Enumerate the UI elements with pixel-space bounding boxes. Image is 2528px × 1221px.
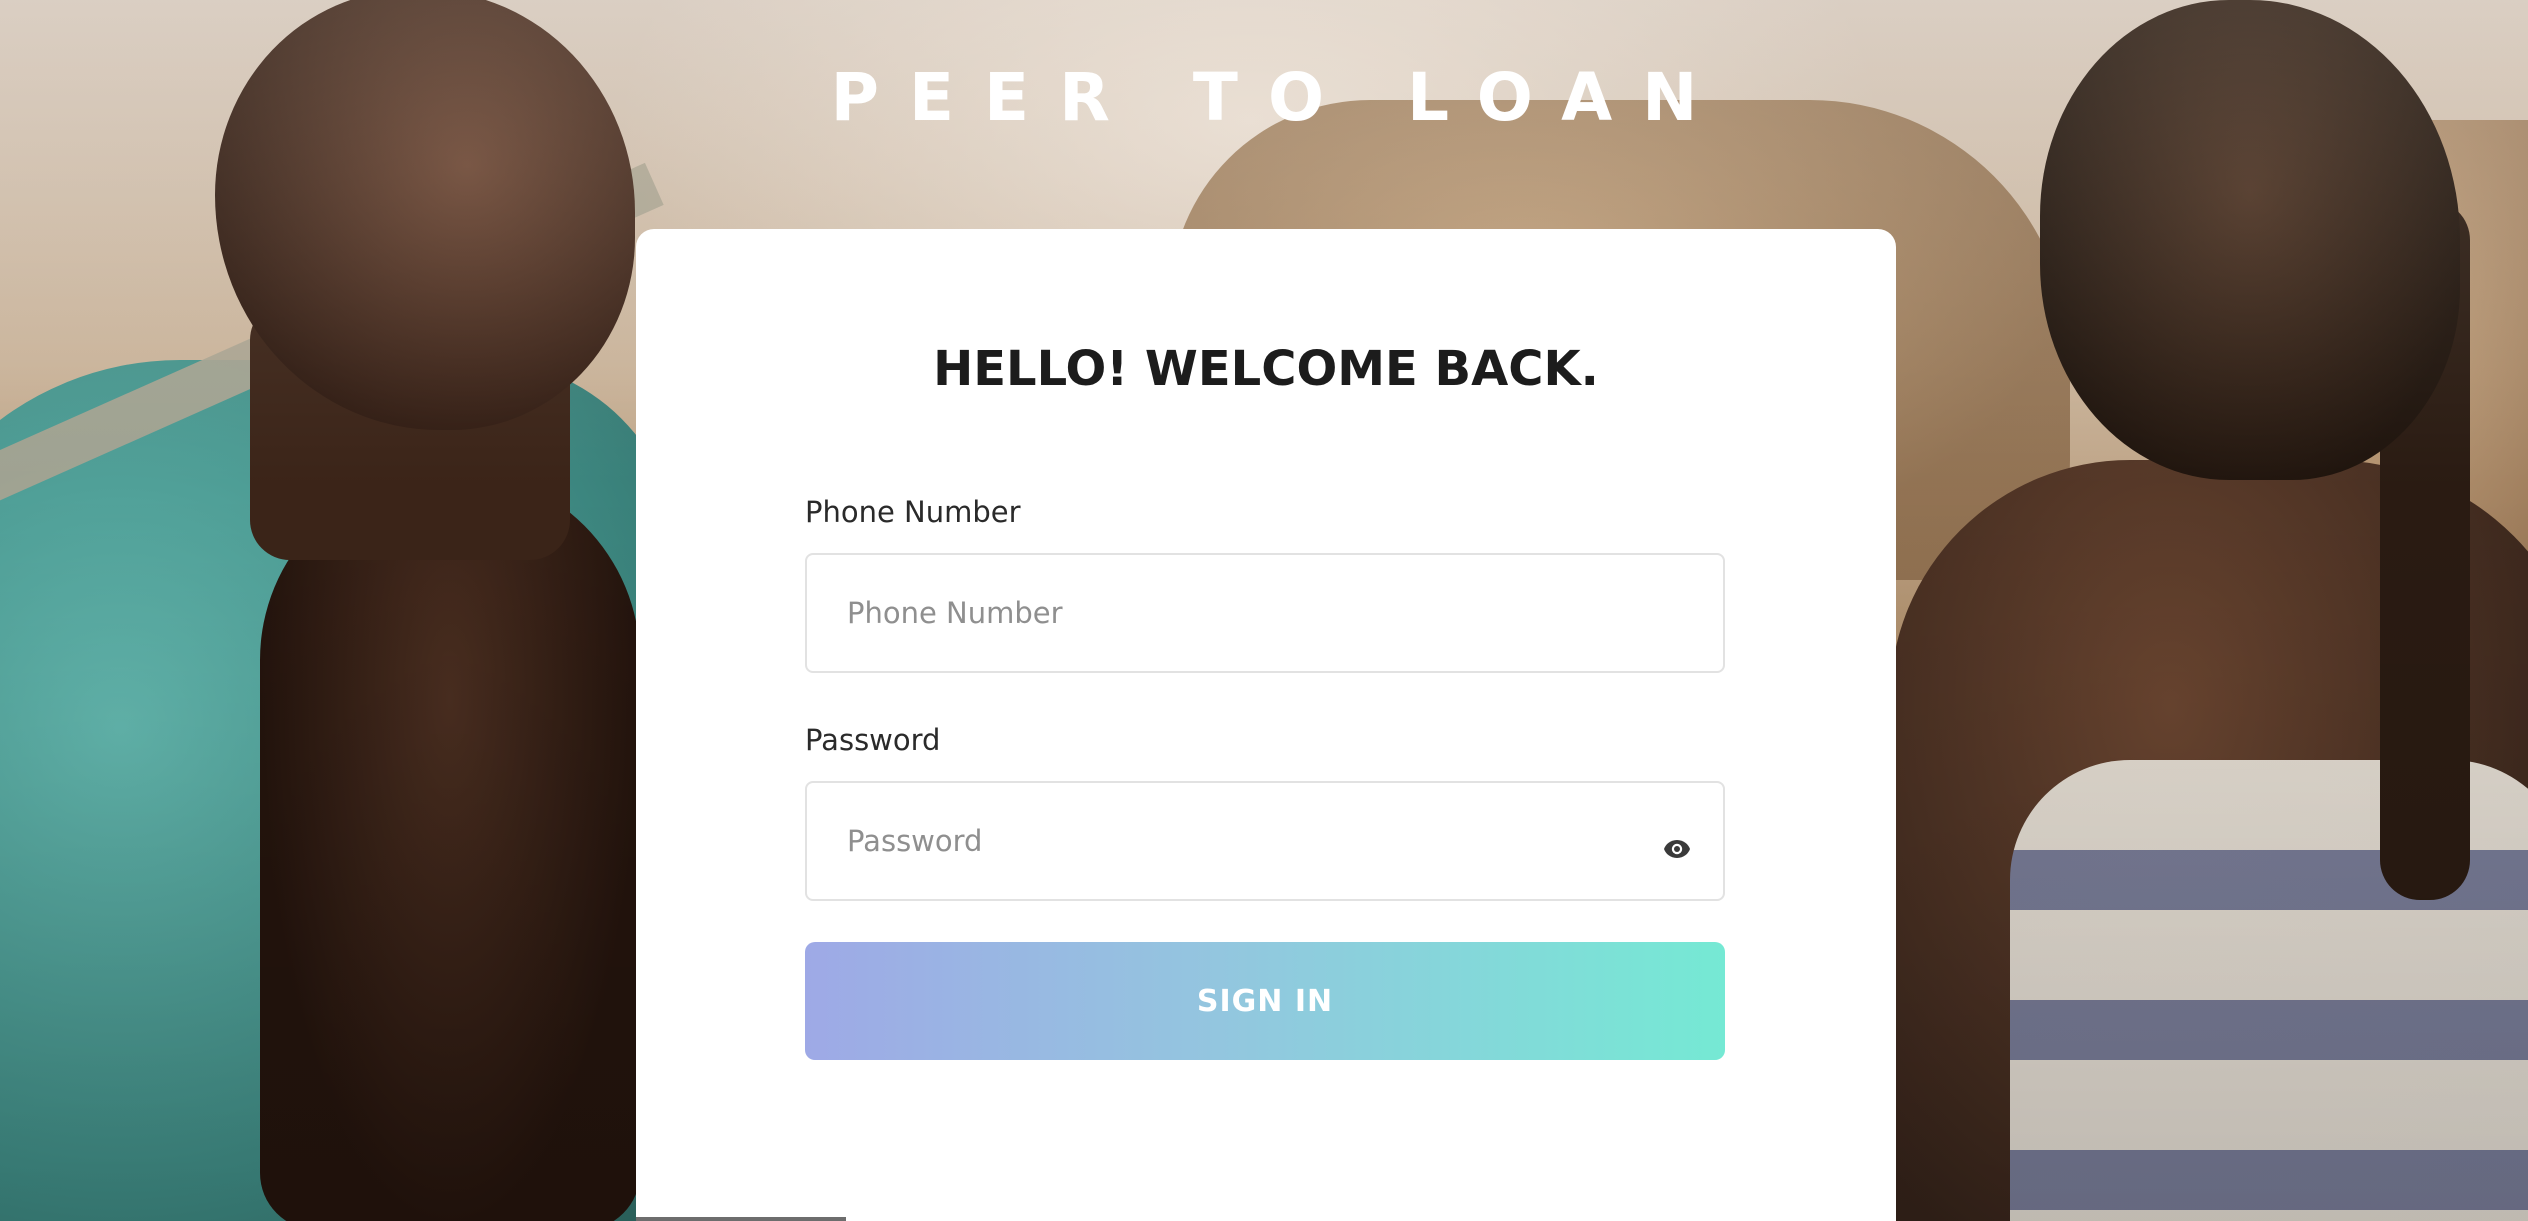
phone-number-field-wrapper [805,553,1725,673]
phone-number-label: Phone Number [805,495,1021,529]
phone-number-input[interactable] [807,555,1723,671]
welcome-heading: HELLO! WELCOME BACK. [933,341,1599,397]
bottom-scrollbar [636,1217,846,1221]
password-field-wrapper [805,781,1725,901]
sign-in-button[interactable]: SIGN IN [805,942,1725,1060]
brand-title: PEER TO LOAN [830,59,1728,136]
eye-icon[interactable] [1663,839,1691,859]
login-card: HELLO! WELCOME BACK. Phone Number Passwo… [636,229,1896,1221]
password-input[interactable] [807,783,1723,899]
password-label: Password [805,723,941,757]
